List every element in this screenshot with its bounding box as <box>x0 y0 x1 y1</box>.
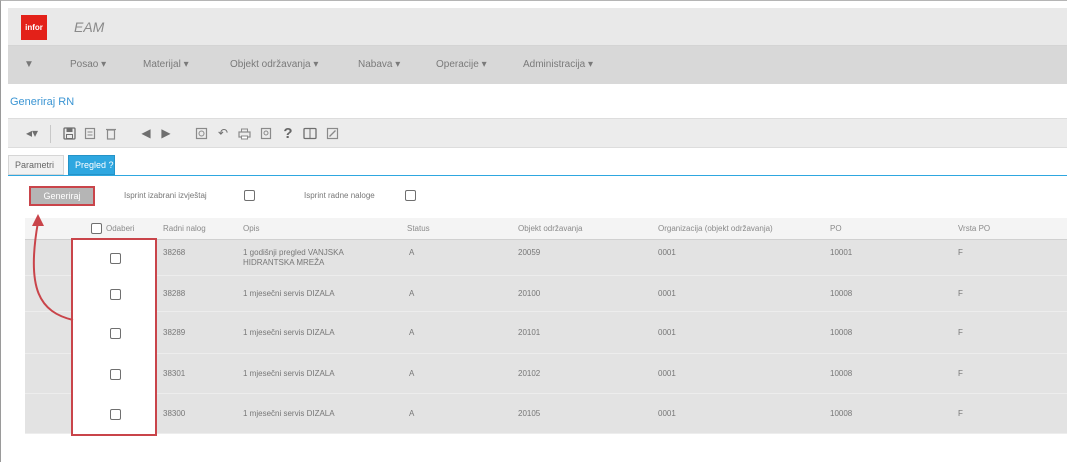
generate-button[interactable]: Generiraj <box>29 186 95 206</box>
table-row[interactable]: 38288 1 mjesečni servis DIZALA A 20100 0… <box>25 276 1067 312</box>
nav-back-icon[interactable]: ◂▾ <box>20 125 44 141</box>
wo-number: 38268 <box>163 248 186 257</box>
row-select-cell <box>73 312 157 354</box>
row-checkbox[interactable] <box>109 252 121 264</box>
wo-org: 0001 <box>658 289 676 298</box>
wo-number: 38288 <box>163 289 186 298</box>
prev-record-icon[interactable]: ◀ <box>138 125 154 141</box>
print-work-orders-checkbox[interactable] <box>405 190 416 201</box>
wo-org: 0001 <box>658 369 676 378</box>
wo-po: 10008 <box>830 289 853 298</box>
wo-number: 38300 <box>163 409 186 418</box>
tab-preview[interactable]: Pregled ? <box>68 155 115 175</box>
wo-org: 0001 <box>658 409 676 418</box>
print-selected-report-label: Isprint izabrani izvještaj <box>124 191 207 200</box>
wo-po: 10001 <box>830 248 853 257</box>
wo-type: F <box>958 248 963 257</box>
grid-header: Odaberi Radni nalog Opis Status Objekt o… <box>25 218 1067 240</box>
col-vrsta-po[interactable]: Vrsta PO <box>958 224 990 233</box>
row-select-cell <box>73 394 157 434</box>
wo-description: 1 mjesečni servis DIZALA <box>243 369 335 378</box>
wo-object: 20102 <box>518 369 541 378</box>
menu-nabava[interactable]: Nabava ▾ <box>358 59 400 70</box>
wo-object: 20059 <box>518 248 541 257</box>
table-row[interactable]: 38268 1 godišnji pregled VANJSKA HIDRANTS… <box>25 240 1067 276</box>
table-row[interactable]: 38300 1 mjesečni servis DIZALA A 20105 0… <box>25 394 1067 434</box>
menu-administracija[interactable]: Administracija ▾ <box>523 59 593 70</box>
wo-object: 20101 <box>518 328 541 337</box>
row-checkbox[interactable] <box>109 288 121 300</box>
wo-description: 1 mjesečni servis DIZALA <box>243 289 335 298</box>
wo-description-line2: HIDRANTSKA MREŽA <box>243 258 325 267</box>
row-checkbox[interactable] <box>109 327 121 339</box>
help-icon[interactable]: ? <box>280 125 296 142</box>
copy-icon[interactable] <box>82 125 98 141</box>
wo-org: 0001 <box>658 328 676 337</box>
menu-objekt[interactable]: Objekt održavanja ▾ <box>230 59 318 70</box>
wo-description: 1 godišnji pregled VANJSKA HIDRANTSKA MRE… <box>243 248 344 268</box>
row-checkbox[interactable] <box>109 368 121 380</box>
infor-logo: infor <box>21 15 47 40</box>
wo-number: 38301 <box>163 369 186 378</box>
menu-collapse-icon[interactable]: ▼ <box>24 59 34 70</box>
menu-operacije[interactable]: Operacije ▾ <box>436 59 487 70</box>
row-checkbox[interactable] <box>109 408 121 420</box>
col-radni-nalog[interactable]: Radni nalog <box>163 224 206 233</box>
page-title: Generiraj RN <box>10 96 75 108</box>
app-header: infor EAM <box>8 8 1067 46</box>
wo-type: F <box>958 409 963 418</box>
table-row[interactable]: 38289 1 mjesečni servis DIZALA A 20101 0… <box>25 312 1067 354</box>
wo-status: A <box>409 248 415 257</box>
record-toolbar: ◂▾ ◀ ▶ ↶ ? <box>8 118 1067 148</box>
wo-type: F <box>958 328 963 337</box>
print-selected-report-checkbox[interactable] <box>244 190 255 201</box>
wo-number: 38289 <box>163 328 186 337</box>
wo-po: 10008 <box>830 369 853 378</box>
wo-po: 10008 <box>830 409 853 418</box>
wo-status: A <box>409 289 415 298</box>
book-icon[interactable] <box>302 125 318 141</box>
action-row: Generiraj Isprint izabrani izvještaj Isp… <box>8 182 1067 212</box>
wo-object: 20105 <box>518 409 541 418</box>
delete-icon[interactable] <box>103 125 119 141</box>
app-title: EAM <box>74 19 105 35</box>
col-objekt[interactable]: Objekt održavanja <box>518 224 582 233</box>
col-organizacija[interactable]: Organizacija (objekt održavanja) <box>658 224 773 233</box>
wo-status: A <box>409 369 415 378</box>
edit-icon[interactable] <box>324 125 340 141</box>
wo-description-line1: 1 godišnji pregled VANJSKA <box>243 248 344 257</box>
wo-po: 10008 <box>830 328 853 337</box>
wo-status: A <box>409 409 415 418</box>
attach-icon[interactable] <box>193 125 209 141</box>
wo-type: F <box>958 289 963 298</box>
undo-icon[interactable]: ↶ <box>215 125 231 141</box>
main-menu: ▼ Posao ▾ Materijal ▾ Objekt održavanja … <box>8 46 1067 84</box>
col-odaberi[interactable]: Odaberi <box>106 224 134 233</box>
row-select-cell <box>73 276 157 312</box>
print-work-orders-label: Isprint radne naloge <box>304 191 375 200</box>
tab-underline <box>8 175 1067 176</box>
work-order-grid: Odaberi Radni nalog Opis Status Objekt o… <box>25 218 1067 434</box>
toolbar-divider <box>50 125 51 143</box>
query-icon[interactable] <box>258 125 274 141</box>
wo-type: F <box>958 369 963 378</box>
wo-description: 1 mjesečni servis DIZALA <box>243 328 335 337</box>
row-select-cell <box>73 240 157 276</box>
save-icon[interactable] <box>61 125 77 141</box>
wo-object: 20100 <box>518 289 541 298</box>
wo-status: A <box>409 328 415 337</box>
menu-posao[interactable]: Posao ▾ <box>70 59 106 70</box>
next-record-icon[interactable]: ▶ <box>158 125 174 141</box>
print-icon[interactable] <box>236 125 252 141</box>
col-status[interactable]: Status <box>407 224 430 233</box>
col-po[interactable]: PO <box>830 224 842 233</box>
row-select-cell <box>73 354 157 394</box>
select-all-checkbox[interactable] <box>91 223 102 234</box>
col-opis[interactable]: Opis <box>243 224 259 233</box>
table-row[interactable]: 38301 1 mjesečni servis DIZALA A 20102 0… <box>25 354 1067 394</box>
wo-description: 1 mjesečni servis DIZALA <box>243 409 335 418</box>
menu-materijal[interactable]: Materijal ▾ <box>143 59 189 70</box>
wo-org: 0001 <box>658 248 676 257</box>
tab-parameters[interactable]: Parametri <box>8 155 64 175</box>
